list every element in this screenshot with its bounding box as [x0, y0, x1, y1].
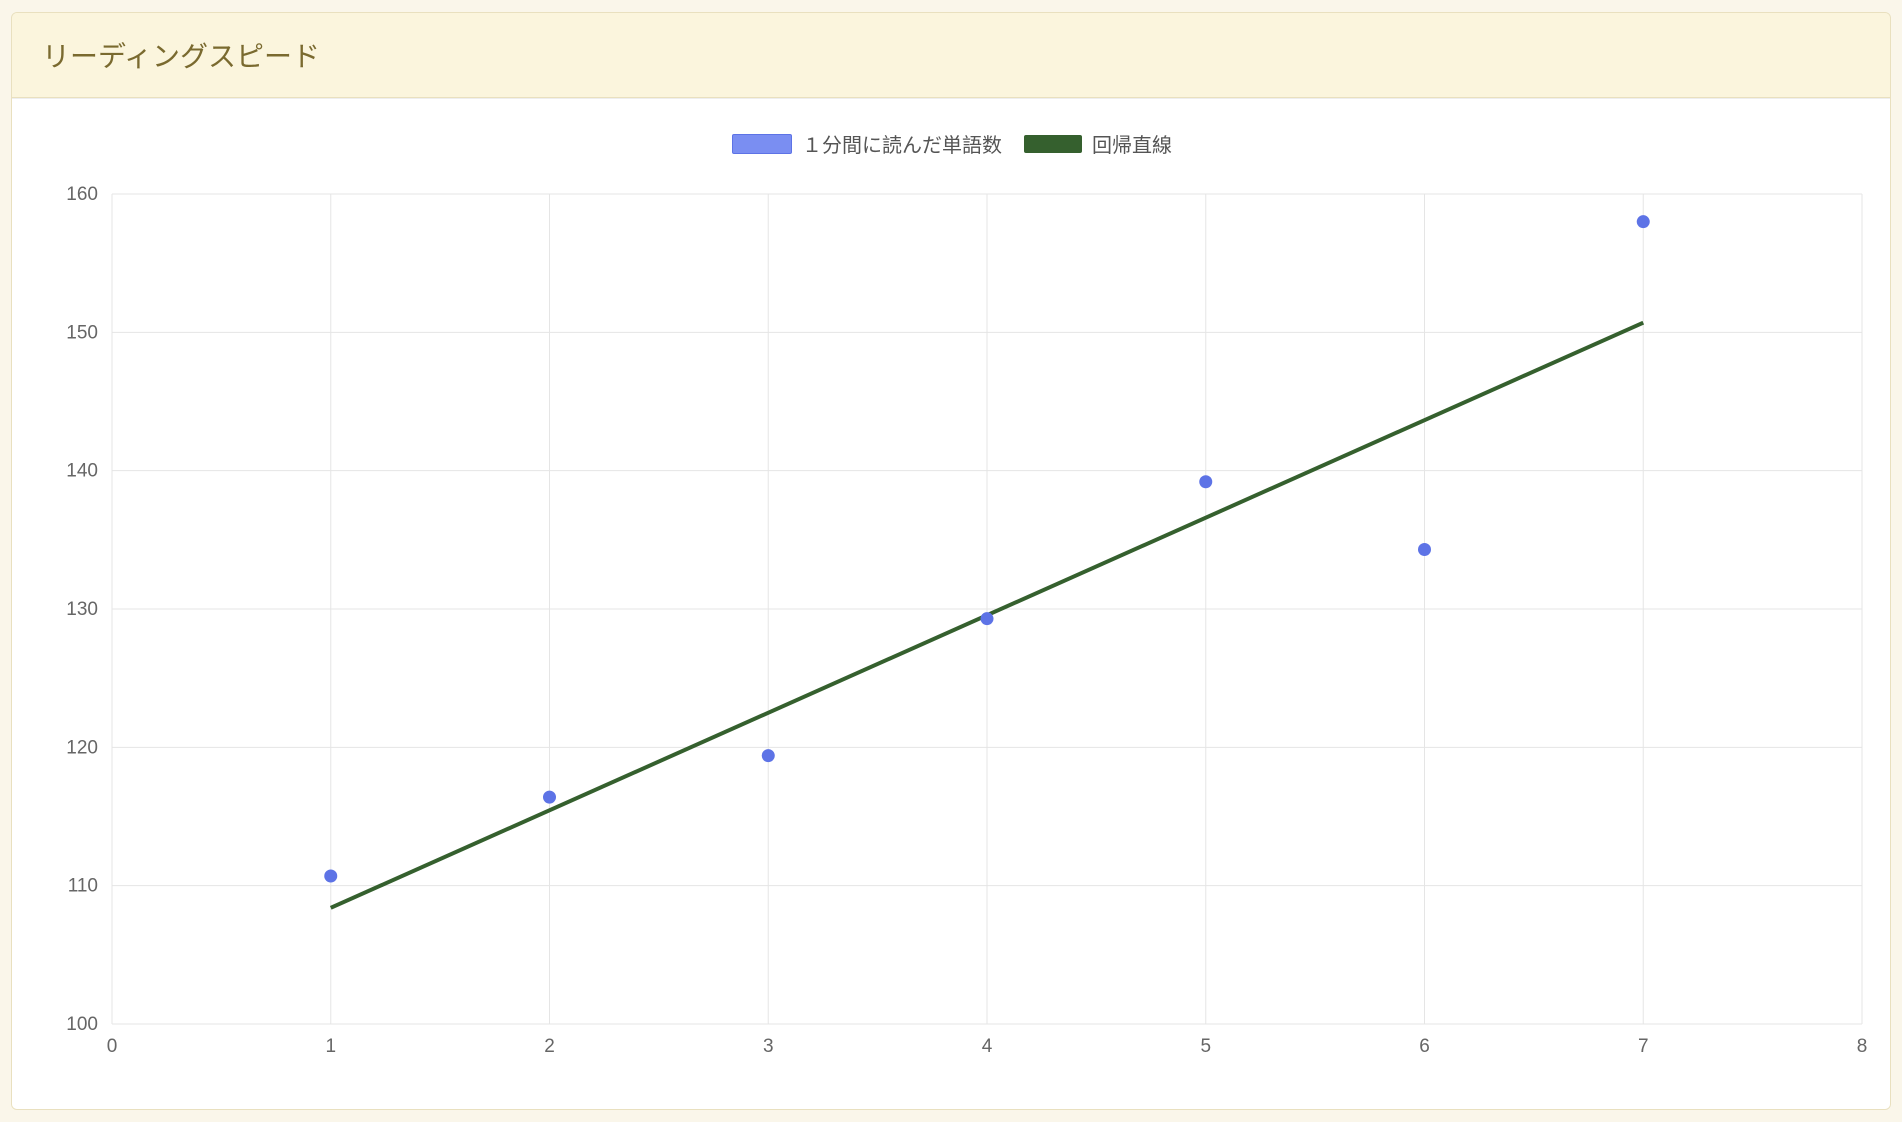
x-tick-label: 2 — [544, 1036, 555, 1057]
x-tick-label: 5 — [1200, 1036, 1211, 1057]
chart-card: リーディングスピード １分間に読んだ単語数 回帰直線 0 1 2 3 4 5 6 7 8 100 1… — [11, 12, 1891, 1110]
legend-item-scatter[interactable]: １分間に読んだ単語数 — [732, 129, 1002, 158]
y-tick-label: 150 — [66, 322, 98, 343]
x-tick-label: 1 — [325, 1036, 336, 1057]
legend: １分間に読んだ単語数 回帰直線 — [12, 129, 1891, 158]
legend-swatch-line — [1024, 135, 1082, 153]
plot: 012345678100110120130140150160 — [112, 184, 1862, 1064]
y-tick-label: 160 — [66, 184, 98, 205]
chart-area: １分間に読んだ単語数 回帰直線 0 1 2 3 4 5 6 7 8 100 110 120 130 140… — [12, 99, 1891, 1109]
y-tick-label: 140 — [66, 461, 98, 482]
x-tick-label: 8 — [1857, 1036, 1868, 1057]
legend-label-line: 回帰直線 — [1092, 129, 1172, 158]
data-point[interactable] — [762, 749, 775, 762]
data-point[interactable] — [543, 791, 556, 804]
x-tick-label: 4 — [982, 1036, 993, 1057]
data-point[interactable] — [1418, 543, 1431, 556]
y-tick-label: 130 — [66, 599, 98, 620]
x-tick-label: 7 — [1638, 1036, 1649, 1057]
card-header: リーディングスピード — [12, 13, 1890, 98]
x-tick-label: 3 — [763, 1036, 774, 1057]
x-tick-label: 6 — [1419, 1036, 1430, 1057]
y-tick-label: 120 — [66, 737, 98, 758]
y-tick-label: 110 — [68, 876, 98, 897]
y-tick-label: 100 — [66, 1014, 98, 1035]
data-point[interactable] — [1637, 215, 1650, 228]
legend-swatch-scatter — [732, 134, 792, 154]
data-point[interactable] — [1199, 475, 1212, 488]
legend-item-line[interactable]: 回帰直線 — [1024, 129, 1172, 158]
data-point[interactable] — [324, 869, 337, 882]
page-title: リーディングスピード — [42, 41, 320, 72]
x-tick-label: 0 — [107, 1036, 118, 1057]
legend-label-scatter: １分間に読んだ単語数 — [802, 129, 1002, 158]
data-point[interactable] — [981, 612, 994, 625]
